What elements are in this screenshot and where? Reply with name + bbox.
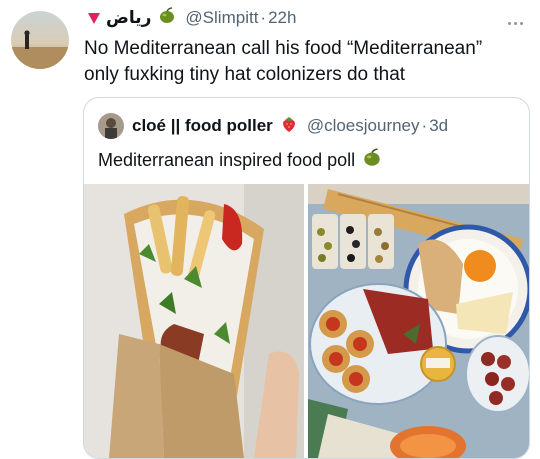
quoted-avatar[interactable] bbox=[98, 113, 124, 139]
olive-icon bbox=[157, 6, 177, 31]
quoted-separator-dot: · bbox=[421, 116, 428, 135]
quoted-tweet-card[interactable]: cloé || food poller @cloesjourney · 3d M… bbox=[83, 97, 530, 459]
red-triangle-icon bbox=[86, 10, 102, 26]
quoted-tweet-header: cloé || food poller @cloesjourney · 3d bbox=[98, 112, 448, 140]
quoted-tweet-text: Mediterranean inspired food poll bbox=[98, 150, 356, 170]
author-name[interactable]: رياض bbox=[106, 8, 151, 28]
quoted-author-name[interactable]: cloé || food poller bbox=[132, 116, 273, 136]
strawberry-icon bbox=[279, 114, 299, 139]
gyro-wrap-photo[interactable] bbox=[84, 184, 304, 458]
separator-dot: · bbox=[260, 8, 267, 27]
olive-icon bbox=[361, 147, 383, 174]
mediterranean-spread-photo[interactable] bbox=[308, 184, 529, 458]
quoted-tweet-time[interactable]: 3d bbox=[429, 116, 448, 136]
quoted-tweet-text-row: Mediterranean inspired food poll bbox=[98, 147, 383, 174]
tweet-header: رياض @Slimpitt · 22h bbox=[86, 6, 526, 30]
tweet-text: No Mediterranean call his food “Mediterr… bbox=[84, 38, 483, 85]
quoted-author-handle[interactable]: @cloesjourney bbox=[307, 116, 420, 136]
avatar[interactable] bbox=[11, 11, 69, 69]
author-handle[interactable]: @Slimpitt bbox=[185, 8, 258, 28]
more-options-icon[interactable] bbox=[508, 12, 528, 25]
tweet-time[interactable]: 22h bbox=[268, 8, 296, 28]
